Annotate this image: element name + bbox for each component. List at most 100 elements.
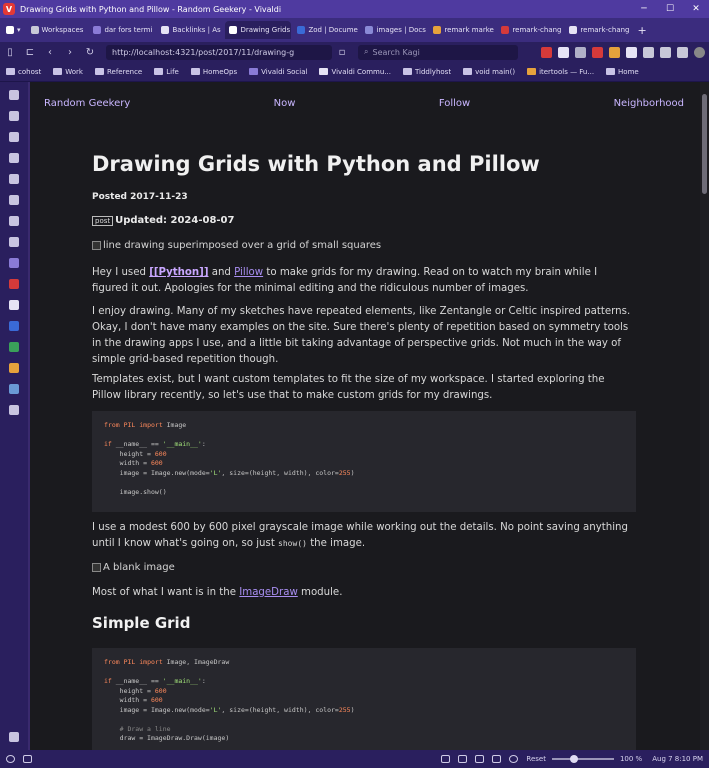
bookmark-label: void main() xyxy=(475,67,516,76)
bookmark-item[interactable]: Reference xyxy=(94,68,142,76)
vivaldi-menu-button[interactable]: ▾ xyxy=(2,21,25,39)
text: the image. xyxy=(306,538,366,549)
avatar[interactable] xyxy=(694,46,705,58)
chevron-down-icon: ▾ xyxy=(17,26,21,34)
capture-icon[interactable] xyxy=(441,755,451,763)
search-field[interactable]: ⌕ Search Kagi xyxy=(358,44,518,60)
translate-icon[interactable] xyxy=(9,216,19,226)
bookmark-item[interactable]: Home xyxy=(606,68,639,76)
image-toggle-icon[interactable] xyxy=(475,755,485,763)
nav-link-home[interactable]: Random Geekery xyxy=(44,98,130,109)
status-bar: Reset 100 % Aug 7 8:10 PM xyxy=(0,750,709,768)
url-field[interactable]: http://localhost:4321/post/2017/11/drawi… xyxy=(106,44,332,60)
chat-icon[interactable] xyxy=(9,237,19,247)
mastodon-icon[interactable] xyxy=(9,258,19,268)
tab-item[interactable]: remark marke xyxy=(429,21,495,39)
minimize-button[interactable]: ─ xyxy=(631,4,657,14)
code-block: from PIL import Image, ImageDraw if __na… xyxy=(92,648,636,750)
tab-bar: ▾ Workspaces dar fors termi Backlinks | … xyxy=(0,18,709,42)
bookmark-item[interactable]: Vivaldi Social xyxy=(249,68,307,76)
nav-link-follow[interactable]: Follow xyxy=(439,98,470,109)
bookmark-item[interactable]: itertools — Fu... xyxy=(527,68,594,76)
bookmark-item[interactable]: void main() xyxy=(463,68,515,76)
tab-stack-icon[interactable]: ⊏ xyxy=(20,47,40,58)
cloud-icon[interactable] xyxy=(23,755,32,763)
tab-item[interactable]: remark-chang xyxy=(497,21,563,39)
tab-item[interactable]: Backlinks | As xyxy=(157,21,223,39)
clock: Aug 7 8:10 PM xyxy=(652,755,703,763)
nav-link-neighborhood[interactable]: Neighborhood xyxy=(614,98,684,109)
downloads-icon[interactable] xyxy=(677,46,688,58)
settings-icon[interactable] xyxy=(9,732,19,742)
back-icon[interactable]: ‹ xyxy=(40,47,60,58)
tab-item[interactable]: dar fors termi xyxy=(89,21,155,39)
address-bar: ▯ ⊏ ‹ › ↻ http://localhost:4321/post/201… xyxy=(0,42,709,62)
extension-icon[interactable] xyxy=(609,46,620,58)
search-icon: ⌕ xyxy=(364,47,369,56)
inline-code: show() xyxy=(278,539,307,548)
web-panel-icon[interactable] xyxy=(9,321,19,331)
new-tab-button[interactable]: + xyxy=(633,21,650,39)
web-panel-icon[interactable] xyxy=(9,300,19,310)
imagedraw-link[interactable]: ImageDraw xyxy=(239,587,298,598)
vivaldi-panel-icon[interactable] xyxy=(9,279,19,289)
extension-icon[interactable] xyxy=(626,46,637,58)
forward-icon[interactable]: › xyxy=(60,47,80,58)
reading-list-icon[interactable] xyxy=(9,111,19,121)
extension-icon[interactable] xyxy=(592,46,603,58)
extension-icon[interactable] xyxy=(575,46,586,58)
bookmarks-panel-icon[interactable] xyxy=(9,90,19,100)
tab-label: remark marke xyxy=(444,26,494,34)
extensions-puzzle-icon[interactable] xyxy=(660,46,671,58)
calendar-icon[interactable] xyxy=(9,195,19,205)
tab-item[interactable]: images | Docs xyxy=(361,21,427,39)
bookmark-item[interactable]: Life xyxy=(154,68,179,76)
code-block: from PIL import Image if __name__ == '__… xyxy=(92,411,636,512)
wiki-link[interactable]: [[Python]] xyxy=(149,267,208,278)
pillow-link[interactable]: Pillow xyxy=(234,267,263,278)
tab-item[interactable]: Zod | Docume xyxy=(293,21,359,39)
add-panel-icon[interactable] xyxy=(9,405,19,415)
post-tag[interactable]: post xyxy=(92,215,114,226)
nav-link-now[interactable]: Now xyxy=(274,98,296,109)
web-panel-icon[interactable] xyxy=(9,342,19,352)
folder-icon xyxy=(190,68,200,75)
maximize-button[interactable]: ☐ xyxy=(657,4,683,14)
bookmark-label: Vivaldi Commu... xyxy=(331,67,391,76)
reload-icon[interactable]: ↻ xyxy=(80,47,100,58)
vivaldi-logo-icon[interactable]: V xyxy=(3,3,15,15)
bookmark-item[interactable]: cohost xyxy=(6,68,41,76)
bookmark-label: cohost xyxy=(18,67,42,76)
panel-toggle-icon[interactable]: ▯ xyxy=(0,47,20,58)
tab-workspaces[interactable]: Workspaces xyxy=(27,21,88,39)
history-icon[interactable] xyxy=(9,153,19,163)
scrollbar-thumb[interactable] xyxy=(702,94,707,194)
bookmark-label: HomeOps xyxy=(202,67,238,76)
extension-icon[interactable] xyxy=(541,46,552,58)
page-scrollbar[interactable] xyxy=(700,82,709,750)
sync-icon[interactable] xyxy=(6,755,15,763)
zoom-slider-knob[interactable] xyxy=(569,755,578,763)
tab-favicon-icon xyxy=(161,26,170,34)
downloads-panel-icon[interactable] xyxy=(9,132,19,142)
notes-icon[interactable] xyxy=(9,174,19,184)
search-placeholder: Search Kagi xyxy=(372,47,420,57)
bookmark-item[interactable]: Vivaldi Commu... xyxy=(319,68,391,76)
zoom-slider[interactable] xyxy=(551,755,614,763)
bookmark-item[interactable]: Work xyxy=(53,68,83,76)
tab-label: dar fors termi xyxy=(104,26,153,34)
bookmark-item[interactable]: HomeOps xyxy=(190,67,238,76)
extension-icon[interactable] xyxy=(643,46,654,58)
web-panel-icon[interactable] xyxy=(9,363,19,373)
tab-item-active[interactable]: Drawing Grids xyxy=(225,21,292,39)
tile-icon[interactable] xyxy=(458,755,468,763)
bookmark-item[interactable]: Tiddlyhost xyxy=(402,68,451,76)
reset-zoom-button[interactable]: Reset xyxy=(526,755,546,763)
tab-item[interactable]: remark-chang xyxy=(565,21,631,39)
web-panel-icon[interactable] xyxy=(9,384,19,394)
extension-icon[interactable] xyxy=(558,46,569,58)
clock-icon[interactable] xyxy=(509,755,519,763)
close-button[interactable]: ✕ xyxy=(683,4,709,14)
bookmark-icon[interactable]: ▫ xyxy=(332,47,352,58)
page-actions-icon[interactable] xyxy=(492,755,502,763)
